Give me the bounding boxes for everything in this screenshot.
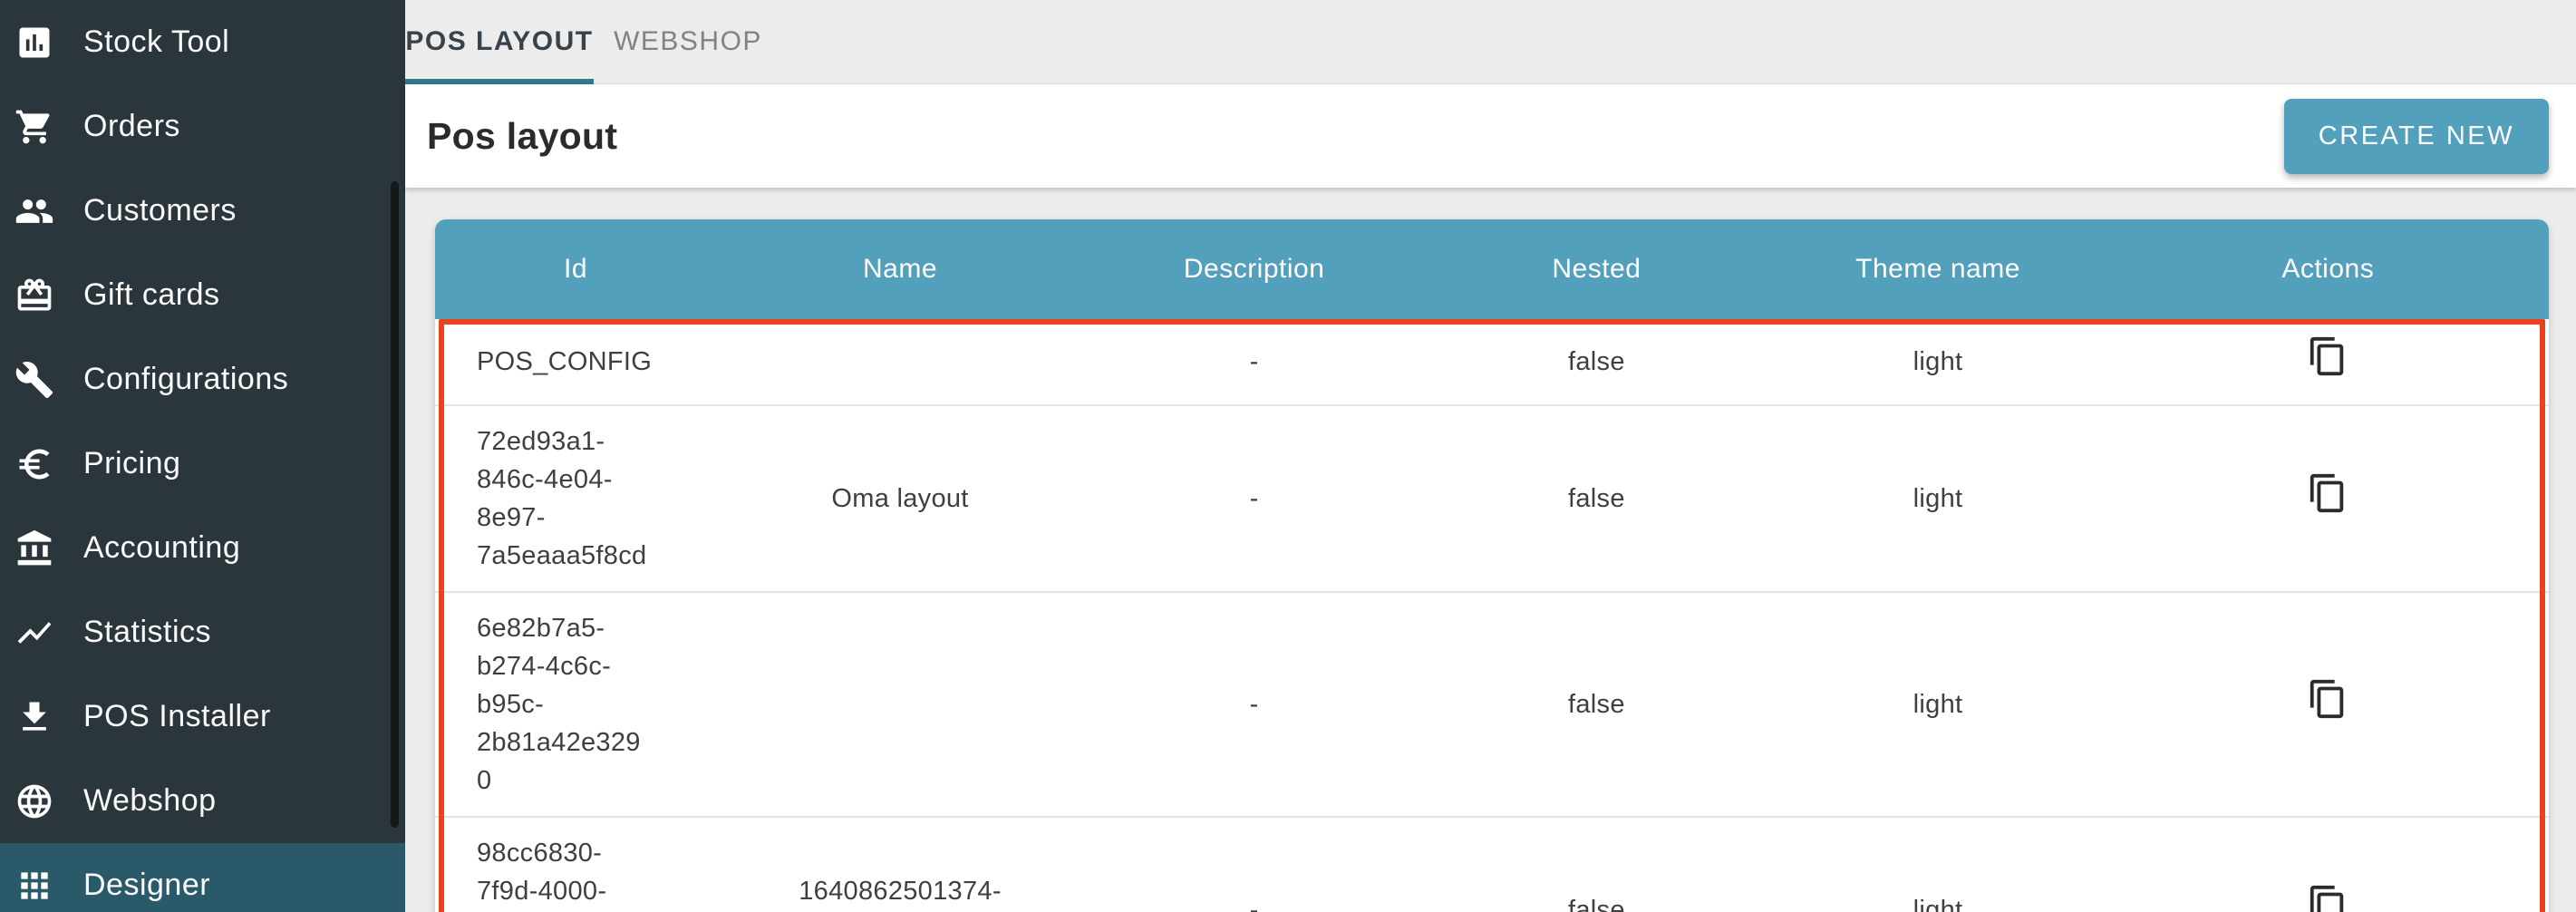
copy-icon [2310,473,2344,513]
cell-actions [2107,405,2549,592]
column-header-nested: Nested [1424,219,1769,319]
column-header-description: Description [1083,219,1425,319]
copy-button[interactable] [2307,884,2348,912]
sidebar-item-customers[interactable]: Customers [0,169,405,253]
cell-actions [2107,319,2549,405]
sidebar-item-label: Designer [83,868,211,902]
gift-icon [15,276,54,315]
column-header-id: Id [435,219,717,319]
page-title: Pos layout [427,114,618,157]
copy-button[interactable] [2307,335,2348,377]
column-header-theme-name: Theme name [1768,219,2107,319]
create-new-button[interactable]: CREATE NEW [2283,98,2549,174]
sidebar-item-label: Configurations [83,362,289,396]
cell-nested: false [1568,347,1625,376]
copy-button[interactable] [2307,678,2348,720]
copy-button[interactable] [2307,472,2348,514]
sidebar-item-gift-cards[interactable]: Gift cards [0,253,405,337]
globe-icon [15,781,54,821]
column-header-name: Name [716,219,1084,319]
sidebar-scrollbar[interactable] [391,181,399,828]
sidebar-item-orders[interactable]: Orders [0,84,405,169]
sidebar-item-accounting[interactable]: Accounting [0,506,405,590]
cell-id: 98cc6830-7f9d-4000-b7ff-55d2db6a24fd [477,839,607,906]
sidebar-item-configurations[interactable]: Configurations [0,337,405,422]
euro-icon [15,444,54,484]
cell-id: 72ed93a1-846c-4e04-8e97-7a5eaaa5f8cd [477,427,647,570]
cell-description: - [1249,347,1259,376]
tab-webshop[interactable]: WEBSHOP [594,0,782,83]
wrench-icon [15,360,54,400]
cell-theme-name: light [1913,484,1963,513]
tab-pos-layout[interactable]: POS LAYOUT [405,0,594,84]
sidebar-item-label: Webshop [83,783,217,818]
sidebar-item-label: Orders [83,109,180,143]
cell-theme-name: light [1913,896,1963,912]
tab-bar: POS LAYOUT WEBSHOP [405,0,2576,84]
download-icon [15,697,54,737]
cell-id: POS_CONFIG [477,347,653,376]
sidebar-item-pos-installer[interactable]: POS Installer [0,674,405,759]
sidebar: Stock Tool Orders Customers Gift cards C… [0,0,405,912]
copy-icon [2310,679,2344,719]
column-header-actions: Actions [2106,219,2549,319]
main-panel: Id Name Description Nested Theme name Ac… [405,188,2576,912]
cell-actions [2107,592,2549,817]
cell-id: 6e82b7a5-b274-4c6c-b95c-2b81a42e3290 [477,614,641,795]
sidebar-item-label: Gift cards [83,277,220,312]
table-row[interactable]: POS_CONFIG - false light [435,319,2549,405]
cell-nested: false [1568,484,1625,513]
table-header: Id Name Description Nested Theme name Ac… [435,219,2549,319]
sidebar-item-statistics[interactable]: Statistics [0,590,405,674]
cell-nested: false [1568,690,1625,719]
cell-theme-name: light [1913,690,1963,719]
sidebar-item-label: POS Installer [83,699,271,733]
shopping-cart-icon [15,107,54,147]
copy-icon [2310,885,2344,912]
sidebar-item-label: Stock Tool [83,24,230,59]
table-row[interactable]: 98cc6830-7f9d-4000-b7ff-55d2db6a24fd 164… [435,817,2549,912]
sidebar-item-label: Customers [83,193,237,228]
pos-layout-table: Id Name Description Nested Theme name Ac… [435,219,2549,912]
sidebar-item-label: Statistics [83,615,212,649]
cell-theme-name: light [1913,347,1963,376]
cell-actions [2107,817,2549,912]
cell-nested: false [1568,896,1625,912]
sidebar-item-stock-tool[interactable]: Stock Tool [0,0,405,84]
app-root: Stock Tool Orders Customers Gift cards C… [0,0,2576,912]
cell-description: - [1249,484,1259,513]
people-icon [15,191,54,231]
cell-name [716,319,1084,405]
pos-layout-table-card: Id Name Description Nested Theme name Ac… [435,219,2549,912]
content-area: POS LAYOUT WEBSHOP Pos layout CREATE NEW [405,0,2576,912]
cell-description: - [1249,690,1259,719]
cell-name: Oma layout [831,484,969,513]
copy-icon [2310,336,2344,376]
cell-name [716,592,1084,817]
cell-name: 1640862501374-layout [799,877,1002,906]
tab-label: WEBSHOP [614,26,762,56]
page-header: Pos layout CREATE NEW [405,84,2576,188]
sidebar-item-designer[interactable]: Designer [0,843,405,912]
sidebar-item-pricing[interactable]: Pricing [0,422,405,506]
line-chart-icon [15,613,54,653]
cell-description: - [1249,896,1259,912]
bar-chart-icon [15,23,54,63]
tab-label: POS LAYOUT [405,26,594,56]
table-row[interactable]: 72ed93a1-846c-4e04-8e97-7a5eaaa5f8cd Oma… [435,405,2549,592]
sidebar-nav: Stock Tool Orders Customers Gift cards C… [0,0,405,912]
sidebar-item-label: Accounting [83,530,241,565]
sidebar-item-webshop[interactable]: Webshop [0,759,405,843]
table-row[interactable]: 6e82b7a5-b274-4c6c-b95c-2b81a42e3290 - f… [435,592,2549,817]
grid-icon [15,866,54,906]
bank-icon [15,529,54,568]
sidebar-item-label: Pricing [83,446,181,480]
